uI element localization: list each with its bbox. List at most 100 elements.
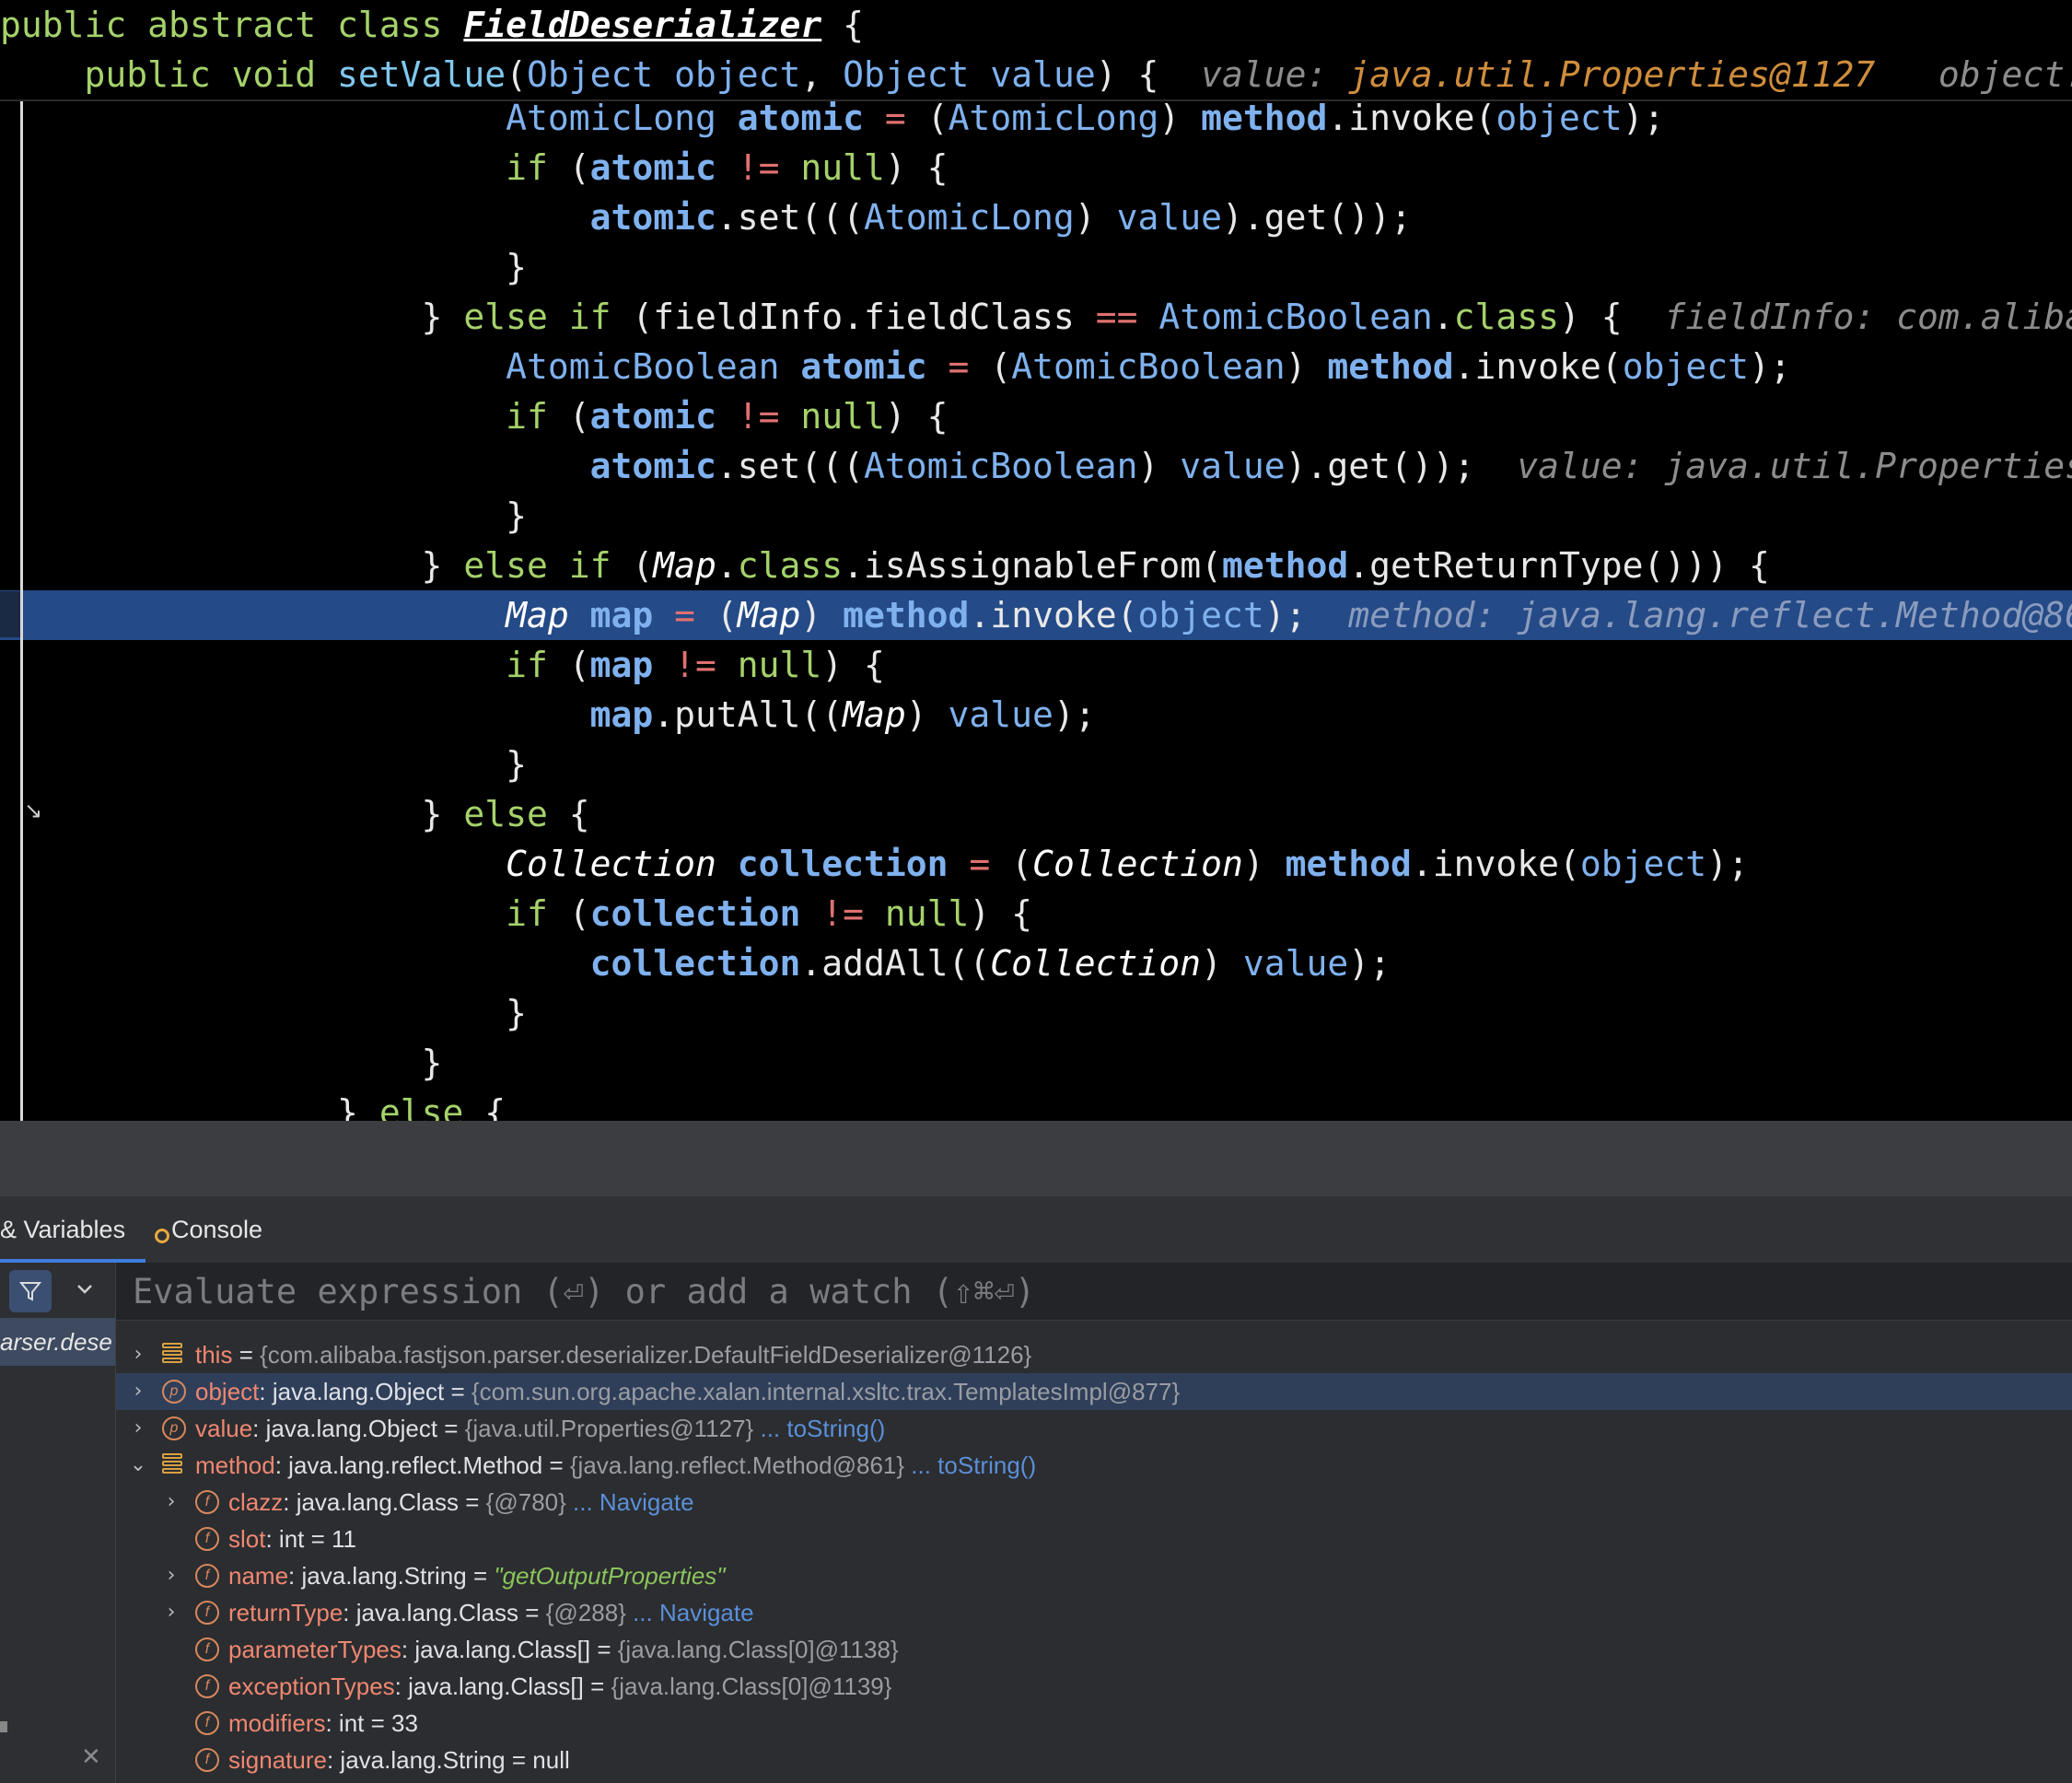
panel-divider[interactable] bbox=[0, 1121, 2072, 1196]
code-token: . bbox=[716, 545, 738, 586]
code-token: value bbox=[990, 54, 1096, 95]
variable-row-name[interactable]: › f name: java.lang.String = "getOutputPro… bbox=[116, 1557, 2072, 1594]
code-token: method bbox=[843, 595, 970, 635]
code-token: ) { bbox=[969, 893, 1033, 934]
current-execution-line[interactable]: Map map = (Map) method.invoke(object); m… bbox=[0, 590, 2072, 640]
code-token: ) { bbox=[884, 147, 949, 188]
variable-text: slot: int = 11 bbox=[228, 1521, 356, 1557]
tab-console[interactable]: Console bbox=[155, 1196, 262, 1263]
code-line[interactable]: } else if (fieldInfo.fieldClass == Atomi… bbox=[0, 292, 2072, 342]
code-line[interactable]: if (atomic != null) { bbox=[0, 143, 2072, 192]
code-token: java.util.Properties@1127 bbox=[1348, 54, 1876, 95]
code-line[interactable]: } else { bbox=[0, 789, 2072, 839]
variable-value: {java.lang.reflect.Method@861} bbox=[569, 1451, 905, 1479]
code-line[interactable]: } else { bbox=[0, 1088, 2072, 1121]
tab-variables[interactable]: & Variables bbox=[0, 1196, 146, 1263]
code-line[interactable]: } bbox=[0, 988, 2072, 1038]
variable-equals: = bbox=[505, 1746, 533, 1774]
code-token: ); bbox=[1053, 694, 1096, 735]
variable-action-link[interactable]: ... Navigate bbox=[626, 1599, 754, 1626]
code-token: ( bbox=[568, 396, 590, 437]
variable-row-object[interactable]: › p object: java.lang.Object = {com.sun.or… bbox=[116, 1373, 2072, 1410]
variable-row-modifiers[interactable]: f modifiers: int = 33 bbox=[116, 1705, 2072, 1742]
code-token: else bbox=[378, 1092, 485, 1121]
code-token: else if bbox=[463, 297, 633, 337]
variable-row-returnType[interactable]: › f returnType: java.lang.Class = {@288} .… bbox=[116, 1594, 2072, 1631]
variable-type: : java.lang.Class[] bbox=[394, 1672, 584, 1700]
code-token: AtomicLong bbox=[948, 98, 1159, 138]
code-token: value bbox=[1116, 197, 1222, 238]
code-token: ( bbox=[1011, 844, 1033, 884]
variable-row-genericInfo[interactable]: fgenericInfo: sun.reflect.generics.repos… bbox=[116, 1778, 2072, 1783]
variable-row-value[interactable]: › p value: java.lang.Object = {java.util.P… bbox=[116, 1410, 2072, 1447]
code-line[interactable]: collection.addAll((Collection) value); bbox=[0, 938, 2072, 988]
code-token: AtomicBoolean bbox=[506, 346, 801, 387]
code-token: } bbox=[0, 1092, 379, 1121]
evaluate-expression-input[interactable] bbox=[131, 1266, 1976, 1316]
code-line[interactable]: AtomicBoolean atomic = (AtomicBoolean) m… bbox=[0, 342, 2072, 391]
sticky-header-class[interactable]: public abstract class FieldDeserializer … bbox=[0, 0, 2072, 50]
code-line[interactable]: atomic.set(((AtomicBoolean) value).get()… bbox=[0, 441, 2072, 491]
chevron-down-icon[interactable]: ⌄ bbox=[129, 1447, 147, 1484]
chevron-right-icon[interactable]: › bbox=[129, 1410, 147, 1447]
filter-button[interactable] bbox=[9, 1270, 52, 1312]
code-token: map bbox=[589, 694, 654, 735]
code-token: ( bbox=[716, 595, 738, 635]
chevron-right-icon[interactable]: › bbox=[129, 1373, 147, 1410]
sticky-header-method[interactable]: public void setValue(Object object, Obje… bbox=[0, 50, 2072, 101]
code-line[interactable]: if (map != null) { bbox=[0, 640, 2072, 690]
close-icon[interactable]: ✕ bbox=[81, 1743, 101, 1771]
variable-text: clazz: java.lang.Class = {@780} ... Navi… bbox=[228, 1484, 694, 1521]
code-line[interactable]: } bbox=[0, 1038, 2072, 1088]
code-editor[interactable]: public abstract class FieldDeserializer … bbox=[0, 0, 2072, 1121]
variable-type: : java.lang.reflect.Method bbox=[274, 1451, 543, 1479]
variable-action-link[interactable]: ... toString() bbox=[904, 1451, 1036, 1479]
variable-value: 33 bbox=[391, 1709, 418, 1737]
code-line[interactable]: } else if (Map.class.isAssignableFrom(me… bbox=[0, 541, 2072, 590]
code-token: object: co bbox=[1938, 54, 2072, 95]
code-line[interactable]: atomic.set(((AtomicLong) value).get()); bbox=[0, 192, 2072, 242]
variable-equals: = bbox=[590, 1636, 618, 1663]
variable-row-exceptionTypes[interactable]: f exceptionTypes: java.lang.Class[] = {ja… bbox=[116, 1668, 2072, 1705]
chevron-right-icon[interactable]: › bbox=[162, 1484, 180, 1521]
code-line[interactable]: } bbox=[0, 242, 2072, 292]
variable-name: name bbox=[228, 1562, 289, 1590]
stack-frame-item[interactable]: arser.dese bbox=[0, 1318, 115, 1366]
code-token: ) bbox=[1285, 346, 1328, 387]
code-token: } bbox=[0, 993, 527, 1033]
code-token: ( bbox=[506, 54, 527, 95]
code-token: ( bbox=[568, 645, 590, 685]
variable-row-slot[interactable]: f slot: int = 11 bbox=[116, 1521, 2072, 1557]
variable-name: object bbox=[195, 1378, 260, 1405]
code-line[interactable]: if (collection != null) { bbox=[0, 889, 2072, 938]
code-line[interactable]: Collection collection = (Collection) met… bbox=[0, 839, 2072, 889]
code-token: } bbox=[0, 794, 464, 834]
code-line[interactable]: if (atomic != null) { bbox=[0, 391, 2072, 441]
variable-row-signature[interactable]: f signature: java.lang.String = null bbox=[116, 1742, 2072, 1778]
variable-row-clazz[interactable]: › f clazz: java.lang.Class = {@780} ... Na… bbox=[116, 1484, 2072, 1521]
variable-row-parameterTypes[interactable]: f parameterTypes: java.lang.Class[] = {ja… bbox=[116, 1631, 2072, 1668]
chevron-right-icon[interactable]: › bbox=[129, 1336, 147, 1373]
variable-value: {com.sun.org.apache.xalan.internal.xsltc… bbox=[471, 1378, 1181, 1405]
code-token: { bbox=[484, 1092, 506, 1121]
code-token: object bbox=[1496, 98, 1623, 138]
code-line[interactable]: map.putAll((Map) value); bbox=[0, 690, 2072, 740]
variable-action-link[interactable]: ... Navigate bbox=[566, 1488, 694, 1516]
variable-row-method[interactable]: ⌄ method: java.lang.reflect.Method = {jav… bbox=[116, 1447, 2072, 1484]
variable-type: : java.lang.Class[] bbox=[401, 1636, 591, 1663]
variable-action-link[interactable]: ... toString() bbox=[753, 1415, 885, 1442]
code-line[interactable]: } bbox=[0, 740, 2072, 789]
variable-row-this[interactable]: › this = {com.alibaba.fastjson.parser.des… bbox=[116, 1336, 2072, 1373]
field-icon: f bbox=[195, 1637, 219, 1661]
chevron-right-icon[interactable]: › bbox=[162, 1557, 180, 1594]
code-line[interactable]: } bbox=[0, 491, 2072, 541]
variable-value: {com.alibaba.fastjson.parser.deserialize… bbox=[260, 1341, 1032, 1369]
chevron-right-icon[interactable]: › bbox=[162, 1594, 180, 1631]
chevron-down-icon[interactable] bbox=[76, 1283, 94, 1296]
code-token: ( bbox=[632, 545, 654, 586]
